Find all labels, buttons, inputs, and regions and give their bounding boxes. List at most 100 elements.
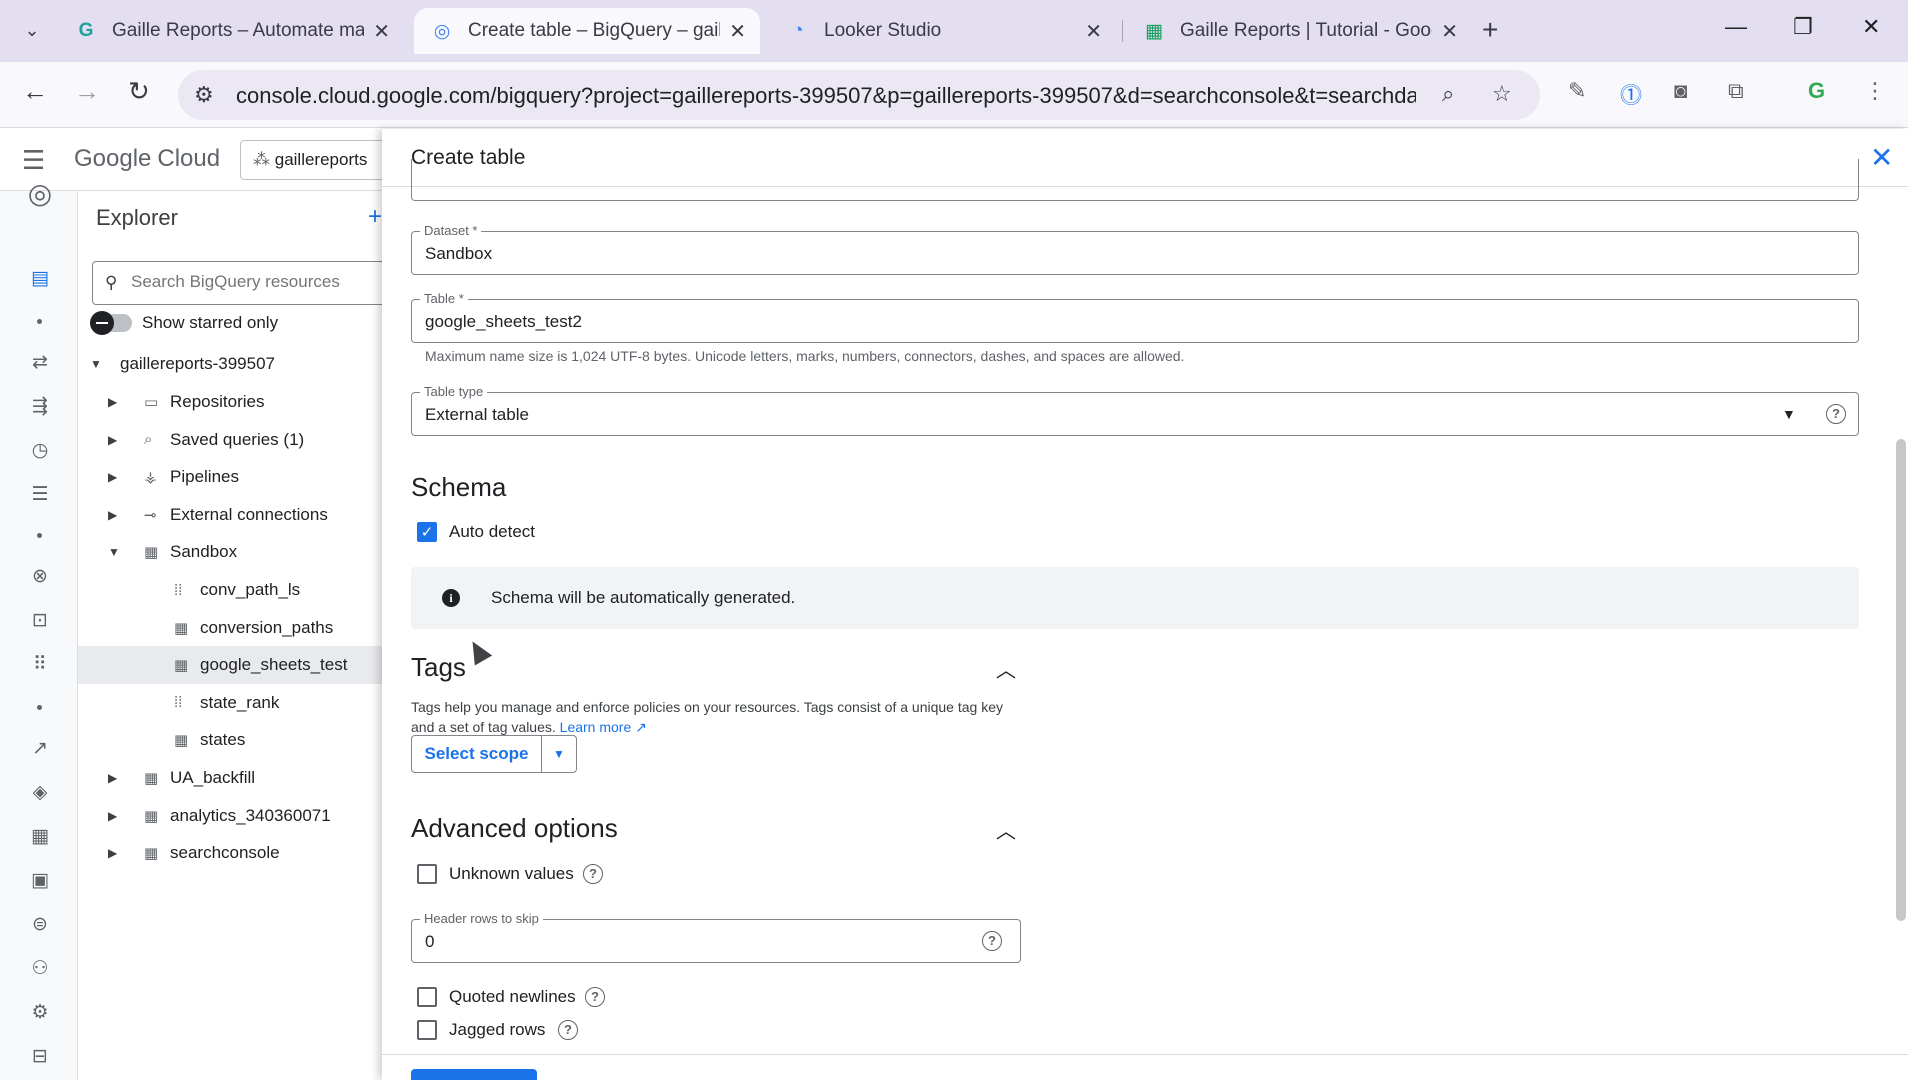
browser-tab-create-table[interactable]: ◎ Create table – BigQuery – gaille ✕ <box>414 8 760 54</box>
collapse-arrow-icon[interactable]: ▼ <box>90 357 102 371</box>
auto-detect-checkbox[interactable]: ✓ <box>417 522 437 542</box>
help-icon[interactable]: ? <box>982 931 1002 951</box>
policy-tags-icon[interactable]: ⊡ <box>27 609 53 632</box>
settings-gear-icon[interactable]: ⚙ <box>27 1001 53 1024</box>
google-cloud-logo[interactable]: Google Cloud <box>74 145 220 173</box>
transfers-icon[interactable]: ⇄ <box>27 351 53 374</box>
project-picker[interactable]: ⁂ gaillereports <box>240 140 390 180</box>
select-scope-button[interactable]: Select scope ▼ <box>411 735 577 773</box>
tree-item[interactable]: ▶ ⚶ Pipelines <box>78 458 382 496</box>
help-icon[interactable]: ? <box>583 864 603 884</box>
dataset-field[interactable]: Dataset * Sandbox <box>411 223 1859 275</box>
quoted-newlines-checkbox[interactable] <box>417 987 437 1007</box>
forward-icon[interactable]: → <box>74 76 100 107</box>
expand-arrow-icon[interactable]: ▶ <box>108 846 117 860</box>
restore-icon[interactable]: ❐ <box>1793 14 1813 40</box>
hamburger-menu-icon[interactable]: ☰ <box>22 145 45 176</box>
apps-grid-icon[interactable]: ⠿ <box>27 653 53 676</box>
add-resource-icon[interactable]: + <box>368 203 382 231</box>
unknown-values-checkbox[interactable] <box>417 864 437 884</box>
browser-tab-looker-studio[interactable]: ◔ Looker Studio ✕ <box>770 8 1116 54</box>
migration-icon[interactable]: ⚇ <box>27 957 53 980</box>
table-type-value[interactable]: External table <box>425 405 529 425</box>
tree-project-row[interactable]: ▼ gaillereports-399507 <box>78 345 382 383</box>
dashboard-icon[interactable]: ▦ <box>27 825 53 848</box>
scheduled-queries-icon[interactable]: ◷ <box>27 439 53 462</box>
jagged-rows-checkbox[interactable] <box>417 1020 437 1040</box>
close-tab-icon[interactable]: ✕ <box>1085 19 1102 44</box>
tree-item[interactable]: ▶ ⌕ Saved queries (1) <box>78 421 382 459</box>
extensions-puzzle-icon[interactable]: ⧉ <box>1728 78 1744 104</box>
dataset-value[interactable]: Sandbox <box>425 244 492 264</box>
site-info-icon[interactable]: ⚙ <box>194 82 214 108</box>
project-field[interactable] <box>411 159 1859 201</box>
partner-center-icon[interactable]: ⊗ <box>27 565 53 588</box>
help-icon[interactable]: ? <box>558 1020 578 1040</box>
expand-arrow-icon[interactable]: ▶ <box>108 809 117 823</box>
zoom-icon[interactable]: ⌕ <box>1442 81 1454 107</box>
help-icon[interactable]: ? <box>585 987 605 1007</box>
table-type-select[interactable]: Table type External table ▼ ? <box>411 384 1859 436</box>
help-icon[interactable]: ? <box>1826 404 1846 424</box>
browser-tab-gaille-tutorial[interactable]: ▦ Gaille Reports | Tutorial - Goog ✕ <box>1126 8 1472 54</box>
tree-item[interactable]: ⁞⁞ state_rank <box>78 684 382 722</box>
expand-arrow-icon[interactable]: ▶ <box>108 508 117 522</box>
learn-more-link[interactable]: Learn more <box>560 719 632 735</box>
profile-avatar[interactable]: G <box>1808 78 1825 104</box>
header-rows-input[interactable]: 0 <box>425 932 434 952</box>
tree-item[interactable]: ▶ ▦ analytics_340360071 <box>78 797 382 835</box>
expand-arrow-icon[interactable]: ▶ <box>108 395 117 409</box>
address-bar[interactable]: ⚙ console.cloud.google.com/bigquery?proj… <box>178 70 1540 120</box>
tree-item[interactable]: ⁞⁞ conv_path_ls <box>78 571 382 609</box>
camera-icon[interactable]: ◙ <box>1674 78 1687 104</box>
capacity-icon[interactable]: ▣ <box>27 869 53 892</box>
table-name-input[interactable]: google_sheets_test2 <box>425 312 582 332</box>
tree-item[interactable]: ▶ ▦ searchconsole <box>78 834 382 872</box>
bookmark-star-icon[interactable]: ☆ <box>1492 81 1512 107</box>
close-window-icon[interactable]: ✕ <box>1862 14 1880 40</box>
tree-item[interactable]: ▶ ⊸ External connections <box>78 496 382 534</box>
monitoring-chart-icon[interactable]: ↗ <box>27 737 53 760</box>
tab-search-menu-icon[interactable]: ⌄ <box>14 12 50 48</box>
show-starred-toggle[interactable]: Show starred only <box>90 311 278 335</box>
collapse-tags-icon[interactable]: ︿ <box>996 654 1016 683</box>
release-notes-icon[interactable]: ⊜ <box>27 913 53 936</box>
explorer-nav-icon[interactable]: ▤ <box>27 267 53 290</box>
url-text[interactable]: console.cloud.google.com/bigquery?projec… <box>236 83 1416 109</box>
panel-scrollbar[interactable] <box>1896 439 1906 921</box>
tree-item[interactable]: ▦ conversion_paths <box>78 609 382 647</box>
select-scope-label[interactable]: Select scope <box>412 736 542 772</box>
tree-item[interactable]: ▦ states <box>78 721 382 759</box>
explore-compass-icon[interactable]: ◈ <box>27 781 53 804</box>
password-manager-icon[interactable]: ⓵ <box>1620 78 1642 110</box>
browser-tab-gaille-reports[interactable]: G Gaille Reports – Automate mark ✕ <box>58 8 404 54</box>
table-name-field[interactable]: Table * google_sheets_test2 <box>411 291 1859 343</box>
expand-arrow-icon[interactable]: ▶ <box>108 433 117 447</box>
tree-item[interactable]: ▼ ▦ Sandbox <box>78 533 382 571</box>
back-icon[interactable]: ← <box>22 76 48 107</box>
dataflow-icon[interactable]: ⇶ <box>27 395 53 418</box>
scope-dropdown-icon[interactable]: ▼ <box>542 736 576 772</box>
tree-item[interactable]: ▶ ▦ UA_backfill <box>78 759 382 797</box>
browser-menu-icon[interactable]: ⋮ <box>1864 78 1886 104</box>
collapse-arrow-icon[interactable]: ▼ <box>108 545 120 559</box>
expand-arrow-icon[interactable]: ▶ <box>108 771 117 785</box>
minimize-icon[interactable]: — <box>1725 14 1747 40</box>
explorer-search-input[interactable] <box>131 272 381 292</box>
create-table-submit-button[interactable] <box>411 1069 537 1080</box>
header-rows-field[interactable]: Header rows to skip 0 ? <box>411 911 1021 963</box>
new-tab-icon[interactable]: + <box>1482 14 1498 46</box>
analytics-hub-icon[interactable]: ☰ <box>27 483 53 506</box>
expand-arrow-icon[interactable]: ▶ <box>108 470 117 484</box>
close-tab-icon[interactable]: ✕ <box>729 19 746 44</box>
reload-icon[interactable]: ↻ <box>128 76 150 107</box>
close-tab-icon[interactable]: ✕ <box>373 19 390 44</box>
explorer-search[interactable]: ⚲ <box>92 261 392 305</box>
dropdown-arrow-icon[interactable]: ▼ <box>1782 406 1796 422</box>
tree-item[interactable]: ▦ google_sheets_test <box>78 646 382 685</box>
toggle-switch[interactable] <box>90 311 132 335</box>
close-panel-icon[interactable]: ✕ <box>1870 141 1893 174</box>
tree-item[interactable]: ▶ ▭ Repositories <box>78 383 382 421</box>
extension-pen-icon[interactable]: ✎ <box>1568 78 1586 104</box>
close-tab-icon[interactable]: ✕ <box>1441 19 1458 44</box>
